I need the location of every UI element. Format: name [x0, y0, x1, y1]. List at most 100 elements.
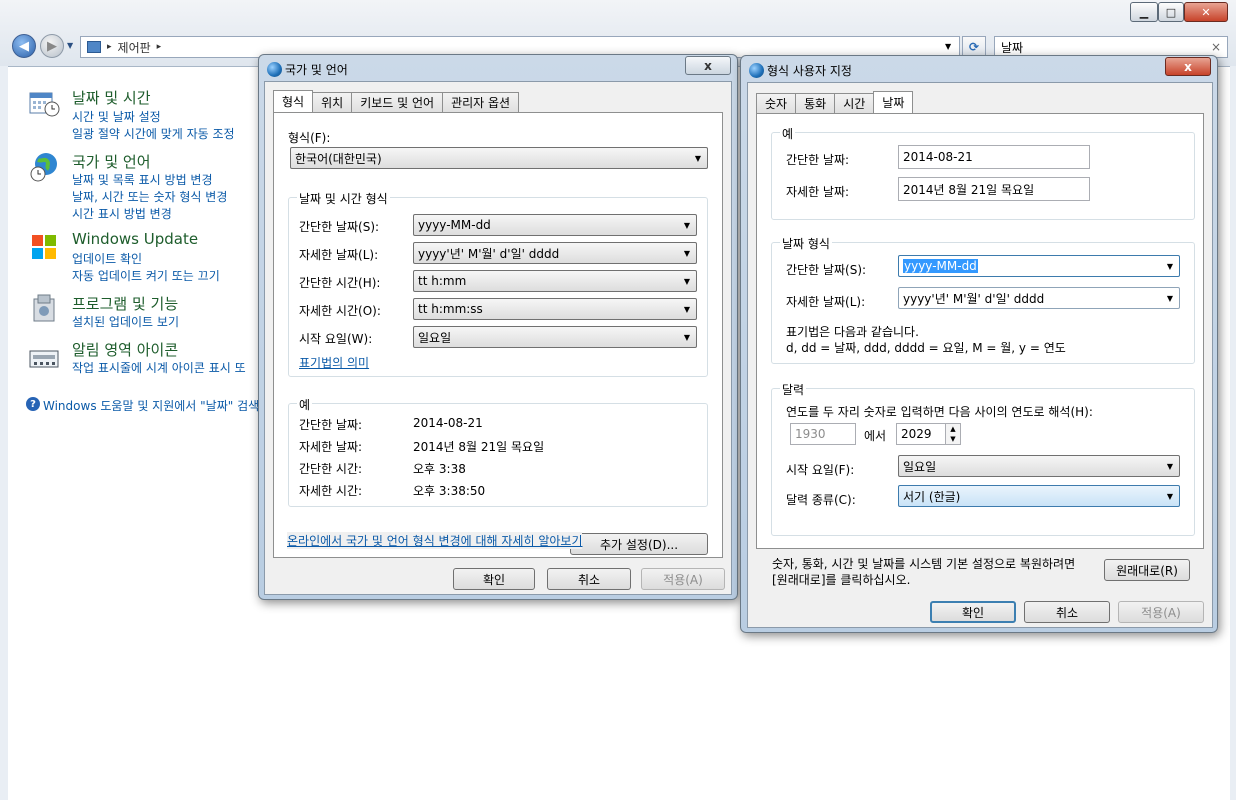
link-check-updates[interactable]: 업데이트 확인 [72, 250, 142, 267]
tab-admin-options[interactable]: 관리자 옵션 [442, 92, 520, 112]
first-day-select[interactable]: 일요일 ▼ [413, 326, 697, 348]
close-window-button[interactable]: ✕ [1184, 2, 1228, 22]
calendar-clock-icon [28, 87, 60, 119]
format-tab-page: 형식(F): 한국어(대한민국) ▼ 날짜 및 시간 형식 간단한 날짜(S): … [273, 112, 723, 558]
long-date-select[interactable]: yyyy'년' M'월' d'일' dddd ▼ [413, 242, 697, 264]
long-date-label: 자세한 날짜(L): [786, 295, 866, 309]
tab-numbers[interactable]: 숫자 [756, 93, 797, 113]
help-search-link[interactable]: Windows 도움말 및 지원에서 "날짜" 검색 [43, 397, 259, 414]
year-spinner[interactable]: ▲ ▼ [945, 423, 961, 445]
chevron-down-icon: ▼ [1166, 293, 1173, 303]
example-short-time-value: 오후 3:38 [413, 462, 466, 476]
close-dialog-button[interactable]: x [685, 56, 731, 75]
example-long-time-label: 자세한 시간: [299, 484, 363, 498]
long-time-select[interactable]: tt h:mm:ss ▼ [413, 298, 697, 320]
chevron-down-icon: ▼ [1166, 491, 1173, 501]
long-date-label: 자세한 날짜(L): [299, 248, 379, 262]
calendar-type-select[interactable]: 서기 (한글) ▼ [898, 485, 1180, 507]
tab-time[interactable]: 시간 [834, 93, 875, 113]
example-long-date-value: 2014년 8월 21일 목요일 [413, 440, 545, 454]
group-label: 달력 [780, 381, 807, 398]
clear-search-icon[interactable]: × [1211, 40, 1221, 54]
category-title-date-time[interactable]: 날짜 및 시간 [72, 87, 151, 108]
recent-pages-dropdown[interactable]: ▼ [67, 41, 73, 50]
minimize-button[interactable]: ▁ [1130, 2, 1158, 22]
short-date-select[interactable]: yyyy-MM-dd ▼ [413, 214, 697, 236]
short-date-label: 간단한 날짜(S): [299, 220, 380, 234]
example-long-date-label: 자세한 날짜: [786, 185, 850, 199]
format-select[interactable]: 한국어(대한민국) ▼ [290, 147, 708, 169]
date-tab-page: 예 간단한 날짜: 2014-08-21 자세한 날짜: 2014년 8월 21… [756, 113, 1204, 549]
notification-area-icon [28, 343, 60, 375]
chevron-down-icon: ▼ [683, 248, 690, 258]
apply-button[interactable]: 적용(A) [1118, 601, 1204, 623]
category-title-windows-update[interactable]: Windows Update [72, 230, 198, 248]
first-day-select[interactable]: 일요일 ▼ [898, 455, 1180, 477]
example-group: 예 간단한 날짜: 2014-08-21 자세한 날짜: 2014년 8월 21… [288, 396, 708, 507]
date-time-format-group: 날짜 및 시간 형식 간단한 날짜(S): yyyy-MM-dd ▼ 자세한 날짜… [288, 190, 708, 377]
tab-currency[interactable]: 통화 [795, 93, 836, 113]
region-language-dialog: 국가 및 언어 x 형식 위치 키보드 및 언어 관리자 옵션 형식(F): 한… [258, 54, 738, 600]
globe-icon [267, 62, 282, 77]
customize-format-dialog: 형식 사용자 지정 x 숫자 통화 시간 날짜 예 간단한 날짜: 2014-0… [740, 55, 1218, 633]
forward-button[interactable]: ▶ [40, 34, 64, 58]
cancel-button[interactable]: 취소 [1024, 601, 1110, 623]
date-format-group: 날짜 형식 간단한 날짜(S): yyyy-MM-dd ▼ 자세한 날짜(L): … [771, 235, 1195, 364]
spin-up-icon: ▲ [950, 425, 956, 433]
link-show-clock-icon[interactable]: 작업 표시줄에 시계 아이콘 표시 또 [72, 359, 246, 376]
link-daylight-saving[interactable]: 일광 절약 시간에 맞게 자동 조정 [72, 125, 235, 142]
group-label: 날짜 및 시간 형식 [297, 190, 390, 207]
example-short-date-value: 2014-08-21 [413, 416, 483, 430]
cancel-button[interactable]: 취소 [547, 568, 631, 590]
tab-keyboard-language[interactable]: 키보드 및 언어 [351, 92, 444, 112]
address-dropdown-arrow[interactable]: ▼ [945, 42, 951, 51]
link-set-time-date[interactable]: 시간 및 날짜 설정 [72, 108, 161, 125]
dialog-title: 형식 사용자 지정 [767, 64, 852, 78]
breadcrumb-control-panel[interactable]: 제어판 [118, 39, 151, 56]
spin-down-icon: ▼ [950, 435, 956, 443]
reset-button[interactable]: 원래대로(R) [1104, 559, 1190, 581]
back-button[interactable]: ◀ [12, 34, 36, 58]
additional-settings-button[interactable]: 추가 설정(D)... [570, 533, 708, 555]
maximize-button[interactable]: □ [1158, 2, 1184, 22]
link-change-date-list-display[interactable]: 날짜 및 목록 표시 방법 변경 [72, 171, 213, 188]
chevron-down-icon: ▼ [1166, 261, 1173, 271]
example-short-date-value: 2014-08-21 [898, 145, 1090, 169]
link-installed-updates[interactable]: 설치된 업데이트 보기 [72, 313, 179, 330]
category-title-programs[interactable]: 프로그램 및 기능 [72, 293, 178, 314]
category-title-notification-icons[interactable]: 알림 영역 아이콘 [72, 339, 178, 360]
long-time-label: 자세한 시간(O): [299, 304, 381, 318]
notation-meaning-link[interactable]: 표기법의 의미 [299, 354, 369, 371]
short-date-input[interactable]: yyyy-MM-dd ▼ [898, 255, 1180, 277]
tab-format[interactable]: 형식 [273, 90, 314, 112]
breadcrumb-separator: ▸ [107, 42, 112, 52]
link-auto-update-toggle[interactable]: 자동 업데이트 켜기 또는 끄기 [72, 267, 220, 284]
short-time-label: 간단한 시간(H): [299, 276, 381, 290]
chevron-down-icon: ▼ [683, 304, 690, 314]
chevron-down-icon: ▼ [683, 276, 690, 286]
category-title-region-language[interactable]: 국가 및 언어 [72, 151, 151, 172]
short-date-label: 간단한 날짜(S): [786, 263, 867, 277]
close-dialog-button[interactable]: x [1165, 57, 1211, 76]
ok-button[interactable]: 확인 [453, 568, 535, 590]
first-day-label: 시작 요일(F): [786, 463, 855, 477]
online-help-link[interactable]: 온라인에서 국가 및 언어 형식 변경에 대해 자세히 알아보기 [287, 532, 583, 549]
tab-date[interactable]: 날짜 [873, 91, 914, 113]
short-time-select[interactable]: tt h:mm ▼ [413, 270, 697, 292]
long-date-input[interactable]: yyyy'년' M'월' d'일' dddd ▼ [898, 287, 1180, 309]
year-to-field[interactable]: 2029 [896, 423, 946, 445]
link-change-date-time-number-format[interactable]: 날짜, 시간 또는 숫자 형식 변경 [72, 188, 227, 205]
example-short-time-label: 간단한 시간: [299, 462, 363, 476]
control-panel-icon [87, 41, 101, 53]
notation-line-1: 표기법은 다음과 같습니다. [786, 325, 919, 339]
year-between-label: 에서 [864, 429, 887, 443]
reset-instructions-line-2: [원래대로]를 클릭하십시오. [772, 573, 911, 587]
chevron-down-icon: ▼ [694, 153, 701, 163]
tab-location[interactable]: 위치 [312, 92, 353, 112]
reset-instructions-line-1: 숫자, 통화, 시간 및 날짜를 시스템 기본 설정으로 복원하려면 [772, 557, 1076, 571]
ok-button[interactable]: 확인 [930, 601, 1016, 623]
link-change-time-display[interactable]: 시간 표시 방법 변경 [72, 205, 172, 222]
notation-line-2: d, dd = 날짜, ddd, dddd = 요일, M = 월, y = 연… [786, 341, 1066, 355]
search-input[interactable]: 날짜 [1001, 39, 1023, 56]
apply-button[interactable]: 적용(A) [641, 568, 725, 590]
